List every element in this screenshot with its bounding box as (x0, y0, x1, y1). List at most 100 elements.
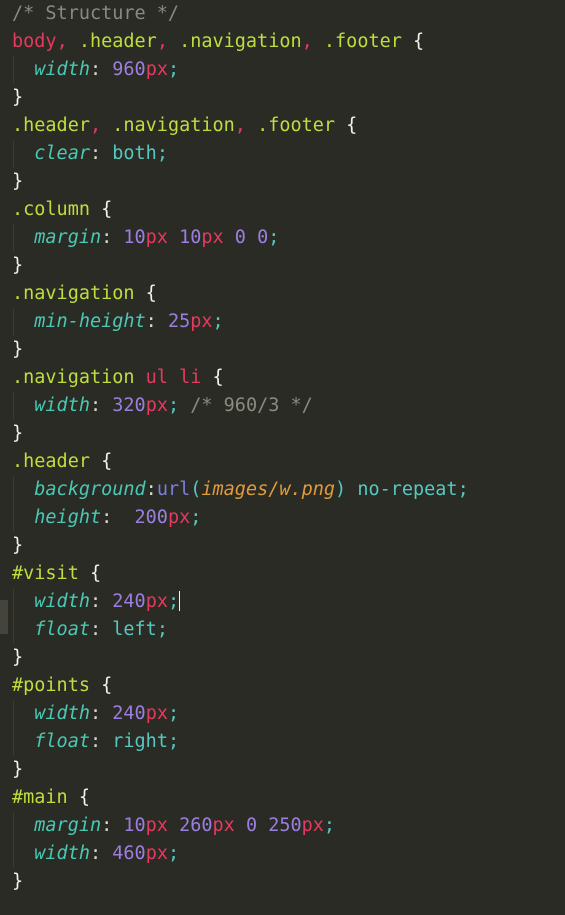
token-punct (246, 227, 257, 248)
token-selector: .column (12, 199, 90, 220)
code-line[interactable]: } (0, 252, 565, 280)
token-semi: ; (167, 843, 180, 864)
token-punct (157, 311, 168, 332)
code-line[interactable]: .header { (0, 448, 565, 476)
code-line[interactable]: margin: 10px 10px 0 0; (0, 224, 565, 252)
token-punct (68, 31, 79, 52)
code-line[interactable]: } (0, 868, 565, 896)
token-punct (12, 395, 34, 416)
token-semi: ; (457, 479, 469, 500)
code-line[interactable]: } (0, 532, 565, 560)
token-num: 240 (112, 703, 146, 724)
token-colon: : (145, 311, 157, 332)
token-punct (201, 367, 212, 388)
token-semi: ; (156, 619, 168, 640)
token-num: 320 (112, 395, 146, 416)
token-punct (101, 395, 112, 416)
token-unit: px (145, 59, 168, 80)
code-line[interactable]: #main { (0, 784, 565, 812)
token-colon: : (101, 507, 113, 528)
code-line[interactable]: width: 240px; (0, 588, 565, 616)
code-line[interactable]: .column { (0, 196, 565, 224)
code-line[interactable]: } (0, 756, 565, 784)
token-element: body (12, 31, 57, 52)
token-punct (12, 591, 34, 612)
token-punct (135, 367, 146, 388)
code-editor[interactable]: /* Structure */ body, .header, .navigatio… (0, 0, 565, 915)
token-punct (224, 227, 235, 248)
code-line[interactable]: } (0, 84, 565, 112)
token-unit: px (145, 395, 168, 416)
code-line[interactable]: .navigation { (0, 280, 565, 308)
token-num: 10 (179, 227, 202, 248)
token-colon: : (101, 815, 113, 836)
token-num: 460 (112, 843, 146, 864)
code-line[interactable]: height: 200px; (0, 504, 565, 532)
token-punct (168, 31, 179, 52)
token-num: 240 (112, 591, 146, 612)
token-num: 250 (268, 815, 302, 836)
token-punct (12, 59, 34, 80)
token-colon: : (89, 395, 102, 416)
token-value: right (112, 731, 168, 752)
token-semi: ; (167, 591, 180, 612)
code-line[interactable]: margin: 10px 260px 0 250px; (0, 812, 565, 840)
token-punct (101, 115, 112, 136)
token-selector: .navigation (12, 283, 135, 304)
token-element: ul (145, 367, 168, 388)
code-line[interactable]: float: left; (0, 616, 565, 644)
token-semi: ; (212, 311, 224, 332)
token-value: no-repeat (357, 479, 458, 500)
token-brace: { (413, 31, 425, 52)
code-line[interactable]: } (0, 420, 565, 448)
token-semi: ; (190, 507, 202, 528)
code-line[interactable]: /* Structure */ (0, 0, 565, 28)
token-punct (12, 843, 34, 864)
code-line[interactable]: width: 960px; (0, 56, 565, 84)
token-punct (90, 451, 101, 472)
code-line[interactable]: } (0, 336, 565, 364)
token-unit: px (201, 227, 224, 248)
code-line[interactable]: width: 460px; (0, 840, 565, 868)
code-line[interactable]: } (0, 168, 565, 196)
token-punct (79, 563, 90, 584)
code-text-area[interactable]: /* Structure */ body, .header, .navigatio… (0, 0, 565, 896)
code-line[interactable]: #points { (0, 672, 565, 700)
token-comma: , (56, 31, 68, 52)
token-brace: } (12, 87, 24, 108)
token-prop: width (34, 395, 90, 416)
code-line[interactable]: .header, .navigation, .footer { (0, 112, 565, 140)
token-colon: : (89, 59, 102, 80)
token-punct (168, 367, 179, 388)
token-colon: : (89, 703, 102, 724)
code-line[interactable]: } (0, 644, 565, 672)
token-brace: } (12, 871, 24, 892)
code-line[interactable]: min-height: 25px; (0, 308, 565, 336)
token-semi: ; (167, 59, 180, 80)
token-num: 0 (234, 227, 246, 248)
code-line[interactable]: body, .header, .navigation, .footer { (0, 28, 565, 56)
token-prop: clear (34, 143, 90, 164)
token-brace: } (12, 423, 24, 444)
code-line[interactable]: width: 240px; (0, 700, 565, 728)
token-prop: min-height (34, 311, 146, 332)
token-unit: px (301, 815, 324, 836)
code-line[interactable]: #visit { (0, 560, 565, 588)
token-brace: { (145, 283, 157, 304)
token-semi: ; (167, 703, 180, 724)
code-line[interactable]: clear: both; (0, 140, 565, 168)
code-line[interactable]: background:url(images/w.png) no-repeat; (0, 476, 565, 504)
code-line[interactable]: .navigation ul li { (0, 364, 565, 392)
token-punct (12, 507, 34, 528)
token-punct (235, 815, 246, 836)
token-punct (101, 731, 112, 752)
token-punct (12, 815, 34, 836)
token-num: 0 (245, 815, 258, 836)
token-punct (346, 479, 357, 500)
token-punct (101, 619, 112, 640)
token-prop: float (34, 619, 90, 640)
token-colon: : (89, 843, 102, 864)
code-line[interactable]: width: 320px; /* 960/3 */ (0, 392, 565, 420)
token-brace: { (101, 451, 113, 472)
code-line[interactable]: float: right; (0, 728, 565, 756)
